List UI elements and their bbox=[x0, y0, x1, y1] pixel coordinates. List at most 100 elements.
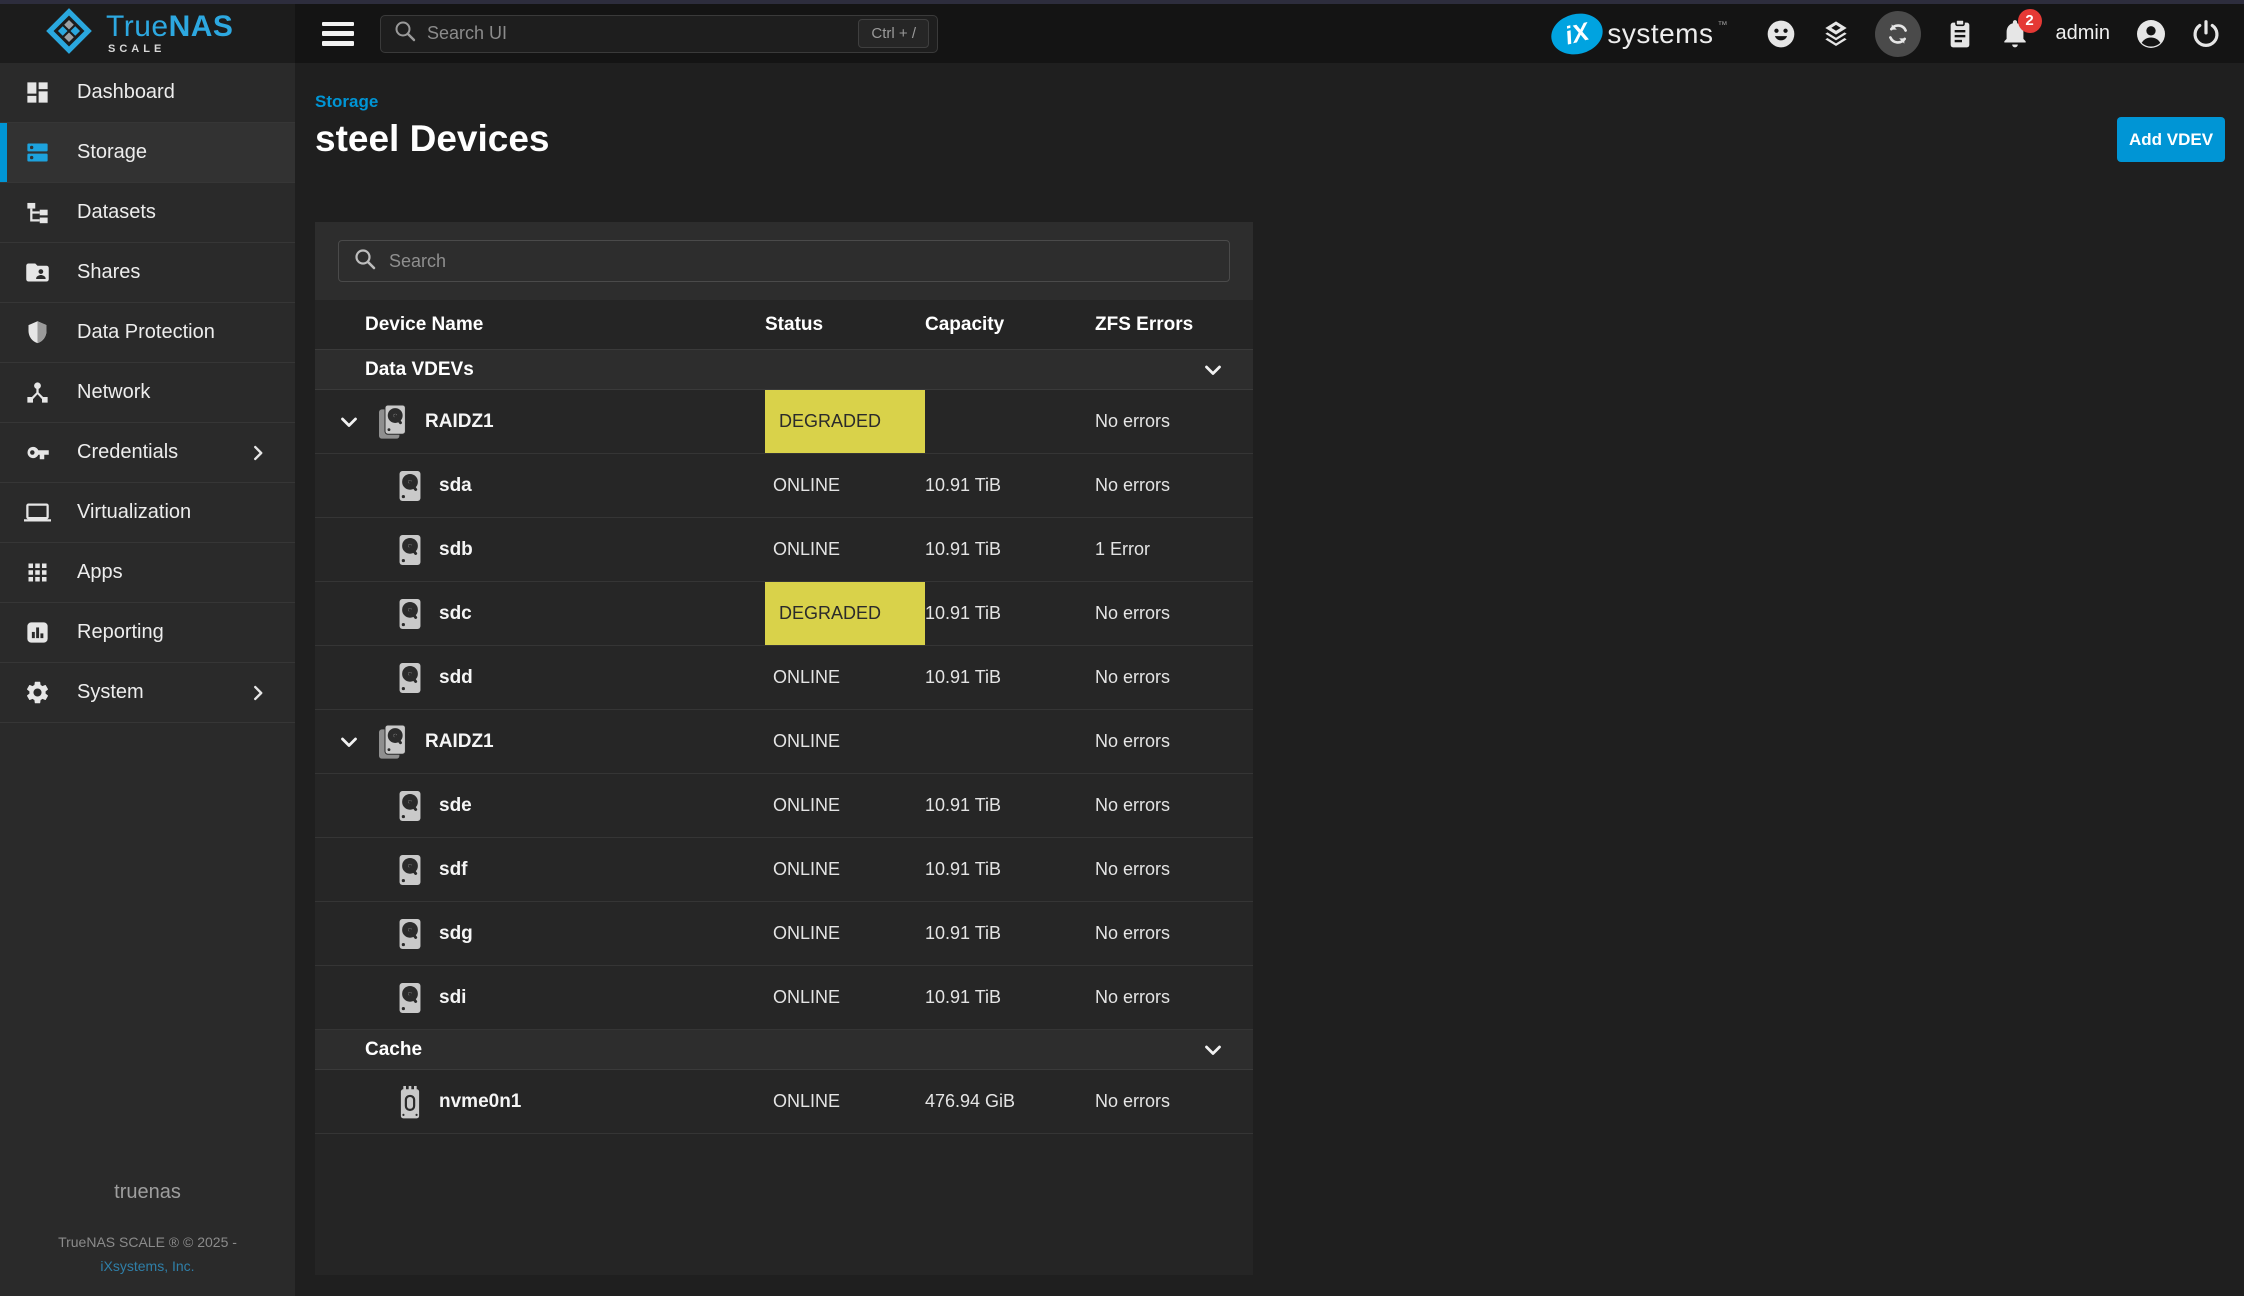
device-row-sdi-10[interactable]: sdiONLINE10.91 TiBNo errors bbox=[315, 966, 1253, 1030]
sidebar-item-virtualization[interactable]: Virtualization bbox=[0, 483, 295, 543]
sidebar-item-label: Data Protection bbox=[77, 321, 215, 344]
jobs-clipboard-icon[interactable] bbox=[1944, 18, 1976, 50]
logo-subtitle: SCALE bbox=[108, 44, 233, 55]
sidebar-item-data-protection[interactable]: Data Protection bbox=[0, 303, 295, 363]
global-search[interactable]: Ctrl + / bbox=[380, 15, 938, 53]
status-cell: ONLINE bbox=[765, 454, 925, 517]
sidebar-item-credentials[interactable]: Credentials bbox=[0, 423, 295, 483]
chevron-right-icon bbox=[247, 682, 269, 704]
shield-icon bbox=[24, 319, 51, 346]
truenas-logo[interactable]: TrueNAS SCALE bbox=[0, 4, 295, 63]
hdd-stack-icon bbox=[377, 404, 411, 440]
sidebar-item-label: Dashboard bbox=[77, 81, 175, 104]
device-name: sdb bbox=[439, 539, 473, 561]
truenas-app: TrueNAS SCALE Ctrl + / iX systems ™ bbox=[0, 0, 2244, 1296]
alerts-bell-icon[interactable]: 2 bbox=[1999, 18, 2031, 50]
status-cell: DEGRADED bbox=[765, 582, 925, 645]
sidebar-item-network[interactable]: Network bbox=[0, 363, 295, 423]
capacity-cell: 10.91 TiB bbox=[925, 603, 1095, 624]
device-row-raidz1-1[interactable]: RAIDZ1DEGRADEDNo errors bbox=[315, 390, 1253, 454]
chevron-down-icon[interactable] bbox=[1201, 358, 1225, 382]
sidebar-item-storage[interactable]: Storage bbox=[0, 123, 295, 183]
capacity-cell: 10.91 TiB bbox=[925, 475, 1095, 496]
menu-toggle-icon[interactable] bbox=[322, 22, 354, 46]
zfs-errors-cell: No errors bbox=[1095, 923, 1253, 944]
sidebar-item-label: Virtualization bbox=[77, 501, 191, 524]
page-title: steel Devices bbox=[315, 118, 550, 160]
device-row-nvme0n1-12[interactable]: nvme0n1ONLINE476.94 GiBNo errors bbox=[315, 1070, 1253, 1134]
sidebar-item-label: Datasets bbox=[77, 201, 156, 224]
zfs-errors-cell: No errors bbox=[1095, 795, 1253, 816]
sidebar-item-label: System bbox=[77, 681, 144, 704]
search-icon bbox=[353, 247, 377, 276]
hdd-icon bbox=[395, 790, 425, 822]
logo-title: TrueNAS bbox=[106, 12, 233, 42]
hdd-icon bbox=[395, 662, 425, 694]
capacity-cell: 10.91 TiB bbox=[925, 859, 1095, 880]
status-cell: ONLINE bbox=[765, 966, 925, 1029]
shares-icon bbox=[24, 259, 51, 286]
sidebar-item-system[interactable]: System bbox=[0, 663, 295, 723]
sidebar-item-apps[interactable]: Apps bbox=[0, 543, 295, 603]
user-avatar-icon[interactable] bbox=[2135, 18, 2167, 50]
copyright-label: TrueNAS SCALE ® © 2025 - bbox=[0, 1234, 295, 1250]
storage-icon bbox=[24, 139, 51, 166]
sidebar-nav: Dashboard Storage Datasets Shares Data Prote… bbox=[0, 63, 295, 723]
device-name: sdd bbox=[439, 667, 473, 689]
devices-card: Device Name Status Capacity ZFS Errors D… bbox=[315, 222, 1253, 1275]
topbar-actions: iX systems ™ 2 admin bbox=[1551, 11, 2244, 57]
truenas-logo-icon bbox=[44, 6, 94, 61]
sidebar-item-shares[interactable]: Shares bbox=[0, 243, 295, 303]
column-status: Status bbox=[765, 314, 925, 336]
username-label: admin bbox=[2056, 22, 2110, 45]
expand-chevron-down-icon[interactable] bbox=[337, 410, 363, 434]
global-search-input[interactable] bbox=[427, 23, 848, 44]
laptop-icon bbox=[24, 499, 51, 526]
dashboard-icon bbox=[24, 79, 51, 106]
group-row-cache[interactable]: Cache bbox=[315, 1030, 1253, 1070]
table-search-input[interactable] bbox=[389, 251, 1215, 272]
sidebar-item-dashboard[interactable]: Dashboard bbox=[0, 63, 295, 123]
column-capacity: Capacity bbox=[925, 314, 1095, 336]
directory-services-sync-icon[interactable] bbox=[1875, 11, 1921, 57]
device-row-sdc-4[interactable]: sdcDEGRADED10.91 TiBNo errors bbox=[315, 582, 1253, 646]
truecommand-icon[interactable] bbox=[1820, 18, 1852, 50]
status-cell: ONLINE bbox=[765, 518, 925, 581]
device-row-sdd-5[interactable]: sddONLINE10.91 TiBNo errors bbox=[315, 646, 1253, 710]
ix-mark-icon: iX bbox=[1547, 8, 1607, 59]
table-search[interactable] bbox=[338, 240, 1230, 282]
ixsystems-logo[interactable]: iX systems ™ bbox=[1551, 14, 1727, 54]
device-row-sdg-9[interactable]: sdgONLINE10.91 TiBNo errors bbox=[315, 902, 1253, 966]
device-row-sdf-8[interactable]: sdfONLINE10.91 TiBNo errors bbox=[315, 838, 1253, 902]
key-icon bbox=[24, 439, 51, 466]
add-vdev-button[interactable]: Add VDEV bbox=[2117, 117, 2225, 162]
device-row-sde-7[interactable]: sdeONLINE10.91 TiBNo errors bbox=[315, 774, 1253, 838]
capacity-cell: 10.91 TiB bbox=[925, 667, 1095, 688]
zfs-errors-cell: No errors bbox=[1095, 667, 1253, 688]
status-cell: ONLINE bbox=[765, 710, 925, 773]
sidebar-item-reporting[interactable]: Reporting bbox=[0, 603, 295, 663]
device-row-sda-2[interactable]: sdaONLINE10.91 TiBNo errors bbox=[315, 454, 1253, 518]
feedback-smiley-icon[interactable] bbox=[1765, 18, 1797, 50]
sidebar-item-label: Credentials bbox=[77, 441, 178, 464]
column-device-name: Device Name bbox=[315, 314, 765, 336]
device-row-sdb-3[interactable]: sdbONLINE10.91 TiB1 Error bbox=[315, 518, 1253, 582]
zfs-errors-cell: No errors bbox=[1095, 731, 1253, 752]
alerts-count-badge: 2 bbox=[2018, 9, 2042, 33]
status-cell: ONLINE bbox=[765, 838, 925, 901]
device-name: sda bbox=[439, 475, 472, 497]
device-name: RAIDZ1 bbox=[425, 411, 494, 433]
ixsystems-link[interactable]: iXsystems, Inc. bbox=[0, 1258, 295, 1274]
breadcrumb[interactable]: Storage bbox=[315, 92, 378, 112]
search-shortcut-hint: Ctrl + / bbox=[858, 19, 929, 48]
power-icon[interactable] bbox=[2190, 18, 2222, 50]
status-cell: DEGRADED bbox=[765, 390, 925, 453]
group-row-data-vdevs[interactable]: Data VDEVs bbox=[315, 350, 1253, 390]
zfs-errors-cell: No errors bbox=[1095, 987, 1253, 1008]
capacity-cell: 10.91 TiB bbox=[925, 795, 1095, 816]
chevron-down-icon[interactable] bbox=[1201, 1038, 1225, 1062]
expand-chevron-down-icon[interactable] bbox=[337, 730, 363, 754]
device-name: sdc bbox=[439, 603, 472, 625]
sidebar-item-datasets[interactable]: Datasets bbox=[0, 183, 295, 243]
device-row-raidz1-6[interactable]: RAIDZ1ONLINENo errors bbox=[315, 710, 1253, 774]
